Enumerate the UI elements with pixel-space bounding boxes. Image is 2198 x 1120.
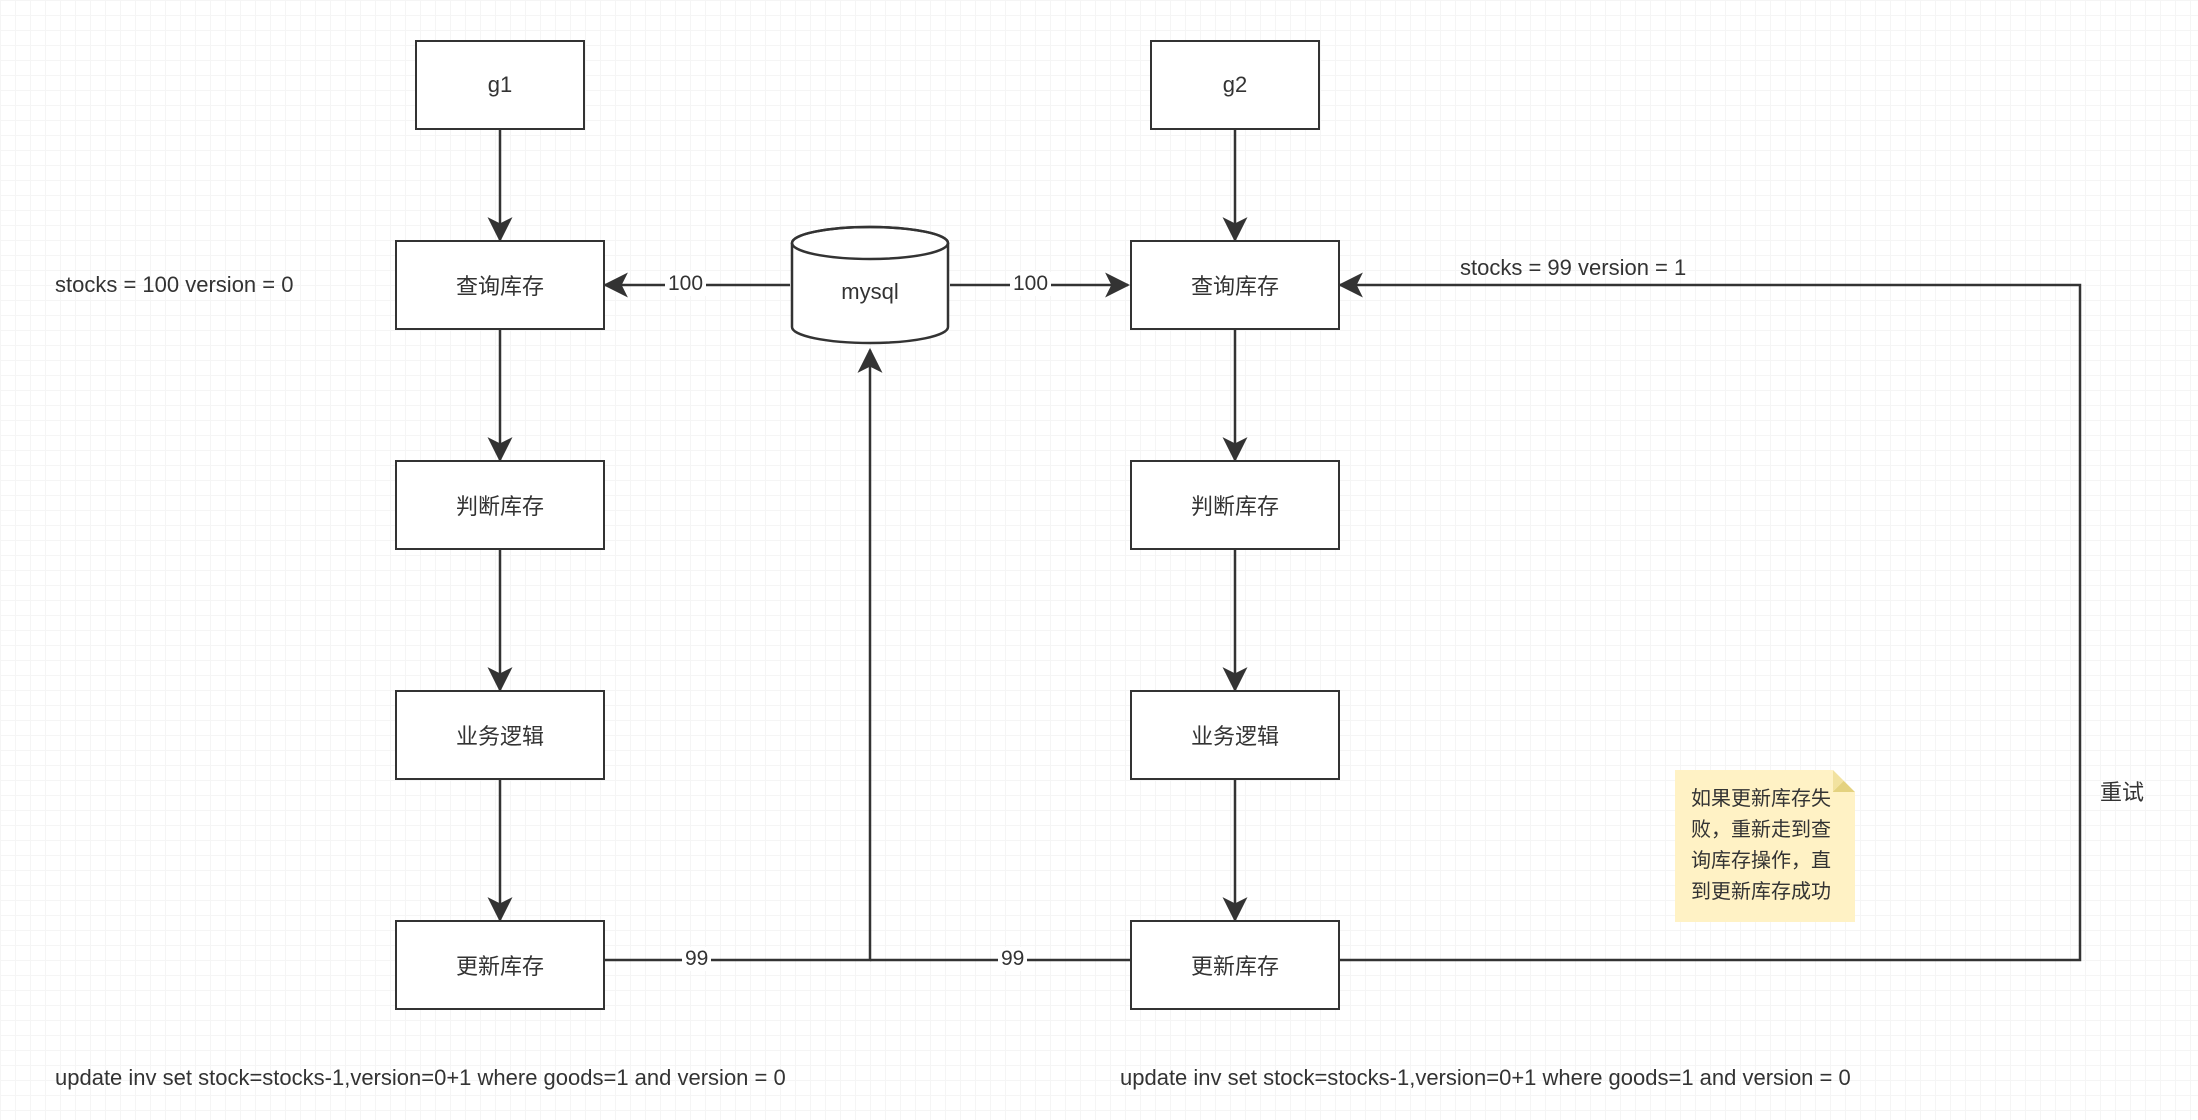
state-label-right: stocks = 99 version = 1 <box>1460 255 1686 281</box>
node-update-stock-right-label: 更新库存 <box>1191 949 1279 981</box>
retry-label: 重试 <box>2100 775 2144 807</box>
node-judge-stock-right: 判断库存 <box>1130 460 1340 550</box>
node-g2: g2 <box>1150 40 1320 130</box>
node-update-stock-right: 更新库存 <box>1130 920 1340 1010</box>
node-biz-logic-right: 业务逻辑 <box>1130 690 1340 780</box>
edge-label-right-to-mysql: 99 <box>998 947 1027 971</box>
node-biz-logic-right-label: 业务逻辑 <box>1191 719 1279 751</box>
node-query-stock-right: 查询库存 <box>1130 240 1340 330</box>
node-g1-label: g1 <box>488 72 512 98</box>
edge-label-mysql-to-right: 100 <box>1010 272 1051 296</box>
diagram-edges <box>0 0 2198 1120</box>
node-biz-logic-left-label: 业务逻辑 <box>456 719 544 751</box>
sql-label-right: update inv set stock=stocks-1,version=0+… <box>1120 1065 1851 1091</box>
node-judge-stock-right-label: 判断库存 <box>1191 489 1279 521</box>
node-update-stock-left: 更新库存 <box>395 920 605 1010</box>
node-mysql: mysql <box>790 225 950 345</box>
node-mysql-label: mysql <box>790 225 950 345</box>
sticky-note: 如果更新库存失败，重新走到查询库存操作，直到更新库存成功 <box>1675 770 1855 922</box>
sql-label-left: update inv set stock=stocks-1,version=0+… <box>55 1065 786 1091</box>
node-biz-logic-left: 业务逻辑 <box>395 690 605 780</box>
node-query-stock-left: 查询库存 <box>395 240 605 330</box>
node-judge-stock-left: 判断库存 <box>395 460 605 550</box>
state-label-left: stocks = 100 version = 0 <box>55 272 293 298</box>
edge-label-left-to-mysql: 99 <box>682 947 711 971</box>
sticky-note-text: 如果更新库存失败，重新走到查询库存操作，直到更新库存成功 <box>1691 788 1831 903</box>
edge-label-mysql-to-left: 100 <box>665 272 706 296</box>
node-g1: g1 <box>415 40 585 130</box>
node-update-stock-left-label: 更新库存 <box>456 949 544 981</box>
node-g2-label: g2 <box>1223 72 1247 98</box>
node-query-stock-right-label: 查询库存 <box>1191 269 1279 301</box>
node-judge-stock-left-label: 判断库存 <box>456 489 544 521</box>
node-query-stock-left-label: 查询库存 <box>456 269 544 301</box>
